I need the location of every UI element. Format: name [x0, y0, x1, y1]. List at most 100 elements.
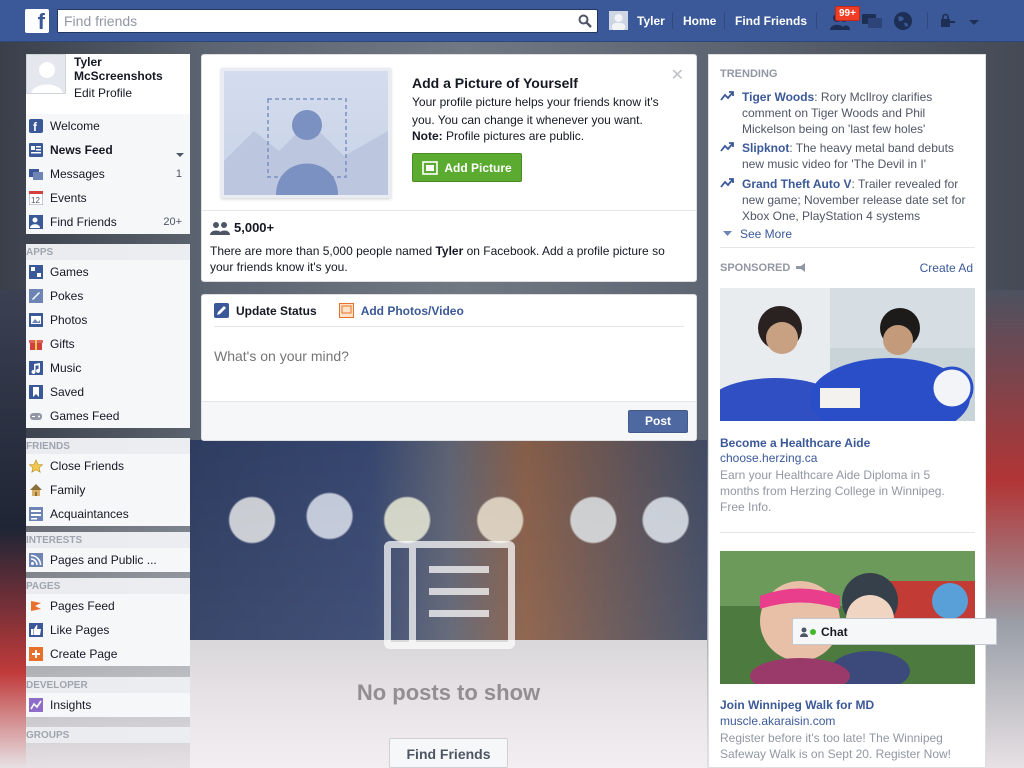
- find-friends-icon: [28, 214, 44, 230]
- card-description: Your profile picture helps your friends …: [412, 95, 659, 127]
- sidebar-item-label: Pages Feed: [50, 599, 115, 613]
- profile-picture[interactable]: [26, 54, 66, 94]
- favorites-list: f Welcome News Feed Messages 1 12 Events…: [26, 114, 190, 234]
- calendar-icon: 12: [28, 190, 44, 206]
- edit-profile-link[interactable]: Edit Profile: [74, 86, 132, 100]
- nav-profile-link[interactable]: Tyler: [609, 11, 665, 30]
- sidebar-item-saved[interactable]: Saved: [26, 380, 190, 404]
- sidebar-item-insights[interactable]: Insights: [26, 693, 190, 717]
- sidebar-item-gifts[interactable]: Gifts: [26, 332, 190, 356]
- chat-tab[interactable]: Chat: [792, 618, 997, 645]
- trending-item[interactable]: Grand Theft Auto V: Trailer revealed for…: [720, 176, 975, 224]
- add-photo-icon: [422, 160, 439, 175]
- ad-body: Earn your Healthcare Aide Diploma in 5 m…: [720, 468, 945, 514]
- close-icon[interactable]: ✕: [671, 65, 684, 85]
- top-bar: f Tyler Home Find Friends 99+: [0, 0, 1024, 42]
- pages-feed-icon: [28, 598, 44, 614]
- divider: [720, 247, 975, 248]
- composer-footer: Post: [202, 401, 696, 440]
- sponsored-head: SPONSORED: [720, 262, 807, 274]
- nav-find-friends-link[interactable]: Find Friends: [735, 14, 807, 28]
- messages-icon: [862, 14, 882, 28]
- welcome-icon: f: [28, 118, 44, 134]
- nav-home-link[interactable]: Home: [683, 14, 716, 28]
- globe-icon: [894, 12, 912, 30]
- find-friends-button[interactable]: Find Friends: [389, 738, 508, 768]
- sidebar-item-label: Music: [50, 361, 82, 375]
- sidebar-item-close-friends[interactable]: Close Friends: [26, 454, 190, 478]
- nav-divider: [927, 12, 928, 29]
- sidebar-item-family[interactable]: Family: [26, 478, 190, 502]
- chevron-down-icon: [723, 231, 732, 236]
- divider: [214, 326, 684, 327]
- sidebar-item-events[interactable]: 12 Events: [26, 186, 190, 210]
- create-ad-link[interactable]: Create Ad: [920, 261, 973, 275]
- status-input[interactable]: [214, 341, 684, 371]
- sponsored-label: SPONSORED: [720, 262, 791, 274]
- sidebar-item-label: Close Friends: [50, 459, 125, 473]
- sidebar-item-like-pages[interactable]: Like Pages: [26, 618, 190, 642]
- sidebar-item-pages-and-public[interactable]: Pages and Public ...: [26, 548, 190, 572]
- ad-title[interactable]: Become a Healthcare Aide: [720, 436, 870, 450]
- profile-name[interactable]: Tyler McScreenshots: [74, 55, 184, 83]
- icon-line: [429, 610, 489, 617]
- search-button[interactable]: [573, 10, 597, 32]
- sidebar-item-pages-feed[interactable]: Pages Feed: [26, 594, 190, 618]
- sidebar-item-create-page[interactable]: Create Page: [26, 642, 190, 666]
- tab-add-photos-video[interactable]: Add Photos/Video: [338, 303, 464, 318]
- friends-section-head: FRIENDS: [26, 438, 190, 454]
- trending-item[interactable]: Tiger Woods: Rory McIlroy clarifies comm…: [720, 89, 975, 137]
- sidebar-item-welcome[interactable]: f Welcome: [26, 114, 190, 138]
- ad-image[interactable]: [720, 288, 975, 421]
- sidebar-item-label: Photos: [50, 313, 88, 327]
- groups-section-head: GROUPS: [26, 727, 190, 743]
- sidebar-item-games-feed[interactable]: Games Feed: [26, 404, 190, 428]
- pages-section-head: PAGES: [26, 578, 190, 594]
- tab-update-status[interactable]: Update Status: [214, 303, 317, 318]
- sidebar-item-photos[interactable]: Photos: [26, 308, 190, 332]
- online-status-dot: [810, 628, 816, 635]
- ad-title[interactable]: Join Winnipeg Walk for MD: [720, 698, 874, 712]
- ad-url[interactable]: muscle.akaraisin.com: [720, 714, 835, 728]
- photos-icon: [28, 312, 44, 328]
- trending-topic[interactable]: Slipknot: [742, 141, 789, 155]
- sidebar-item-find-friends[interactable]: Find Friends 20+: [26, 210, 190, 234]
- people-icon: [210, 221, 230, 235]
- facebook-logo[interactable]: f: [25, 9, 49, 33]
- interests-list: INTERESTS Pages and Public ...: [26, 532, 190, 572]
- notification-badge: 99+: [835, 6, 860, 21]
- add-picture-button[interactable]: Add Picture: [412, 153, 522, 182]
- profile-picture-placeholder[interactable]: [221, 68, 391, 198]
- sidebar-item-pokes[interactable]: Pokes: [26, 284, 190, 308]
- privacy-shortcuts-button[interactable]: [939, 13, 957, 32]
- trending-item[interactable]: Slipknot: The heavy metal band debuts ne…: [720, 140, 975, 172]
- news-feed-options-button[interactable]: [176, 147, 184, 161]
- trending-topic[interactable]: Grand Theft Auto V: [742, 177, 852, 191]
- status-composer: Update Status Add Photos/Video Post: [201, 294, 697, 441]
- see-more-link[interactable]: See More: [723, 227, 792, 241]
- sidebar-item-label: Saved: [50, 385, 85, 399]
- sidebar-item-messages[interactable]: Messages 1: [26, 162, 190, 186]
- name-bold: Tyler: [435, 244, 464, 258]
- developer-list: DEVELOPER Insights: [26, 677, 190, 717]
- see-more-label: See More: [740, 227, 793, 241]
- sidebar-item-acquaintances[interactable]: Acquaintances: [26, 502, 190, 526]
- empty-feed-message: No posts to show: [356, 680, 541, 705]
- trending-topic[interactable]: Tiger Woods: [742, 90, 814, 104]
- notifications-button[interactable]: [893, 11, 913, 34]
- apps-list: APPS Games Pokes Photos Gifts Music Save…: [26, 244, 190, 428]
- sidebar-item-music[interactable]: Music: [26, 356, 190, 380]
- ad-url[interactable]: choose.herzing.ca: [720, 451, 817, 465]
- settings-dropdown-button[interactable]: [968, 16, 980, 30]
- post-button[interactable]: Post: [628, 410, 688, 433]
- messages-button[interactable]: [861, 11, 883, 34]
- sidebar-item-label: Like Pages: [50, 623, 110, 637]
- sidebar-item-news-feed[interactable]: News Feed: [26, 138, 190, 162]
- photo-icon: [338, 303, 354, 318]
- sidebar-item-games[interactable]: Games: [26, 260, 190, 284]
- sidebar-item-label: Insights: [50, 698, 92, 712]
- sidebar-item-label: Games: [50, 265, 89, 279]
- chevron-down-icon: [176, 153, 184, 157]
- search-input[interactable]: [58, 10, 568, 32]
- music-icon: [28, 360, 44, 376]
